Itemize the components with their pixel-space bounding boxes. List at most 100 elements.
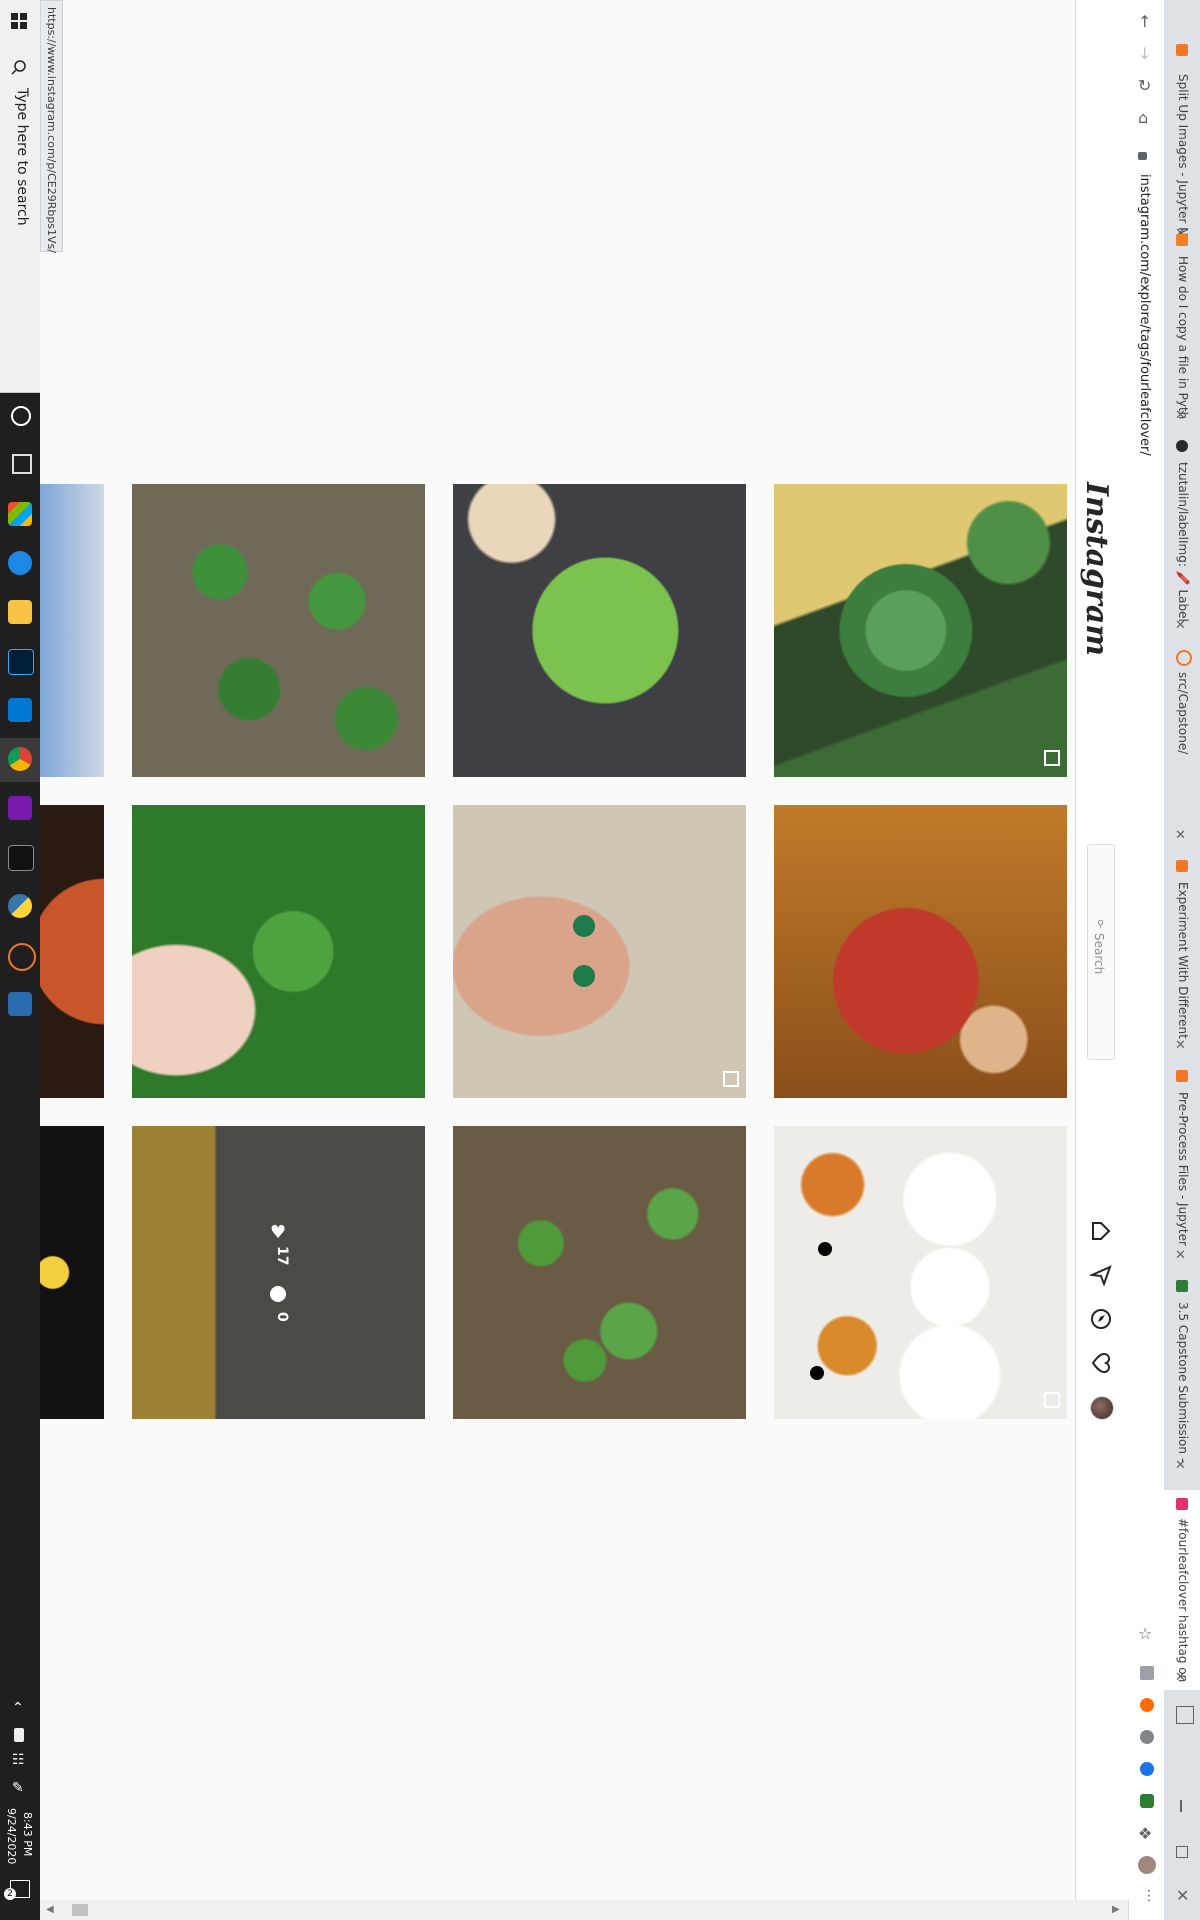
taskbar-search-placeholder: Type here to search: [14, 88, 30, 226]
close-tab-icon[interactable]: ✕: [1175, 1670, 1186, 1685]
tab-3[interactable]: src/Capstone/ ✕: [1163, 650, 1200, 850]
tab-7-active[interactable]: #fourleafclover hashtag on ✕: [1163, 1490, 1200, 1690]
post-thumbnail-partial[interactable]: [40, 1126, 104, 1419]
lock-icon: [1138, 152, 1147, 160]
post-thumbnail[interactable]: [132, 805, 425, 1098]
close-tab-icon[interactable]: ✕: [1175, 618, 1186, 633]
new-tab-icon[interactable]: [1176, 1706, 1194, 1724]
search-icon: [10, 58, 28, 76]
tab-6[interactable]: 3.5 Capstone Submission - ✕: [1163, 1280, 1200, 1480]
comment-count: 0: [274, 1312, 290, 1322]
vscode-icon[interactable]: [8, 698, 32, 722]
clock-date[interactable]: 9/24/2020: [5, 1808, 18, 1864]
minimize-icon[interactable]: [1180, 1800, 1182, 1812]
back-icon[interactable]: ↑: [1138, 12, 1151, 31]
instagram-logo[interactable]: Instagram: [1079, 482, 1114, 656]
battery-icon: [14, 1728, 24, 1742]
video-icon: [1044, 1392, 1060, 1408]
tab-2[interactable]: tzutalin/labelImg: 🖍️ Label ✕: [1163, 440, 1200, 640]
home-icon[interactable]: [1090, 1220, 1112, 1242]
edge-icon[interactable]: [8, 551, 32, 575]
post-thumbnail[interactable]: [774, 484, 1067, 777]
post-thumbnail-partial[interactable]: [40, 805, 104, 1098]
python-icon[interactable]: [8, 894, 32, 918]
tab-label: Pre-Process Files - Jupyter: [1176, 1092, 1190, 1246]
extension-orange-icon[interactable]: [1140, 1698, 1154, 1712]
scroll-right-arrow-icon[interactable]: ▶: [1112, 1904, 1120, 1915]
explore-icon[interactable]: [1090, 1308, 1112, 1330]
restore-icon[interactable]: [1176, 1846, 1188, 1858]
tab-label: Experiment With Different: [1176, 882, 1190, 1039]
show-hidden-icons-icon[interactable]: ⌃: [12, 1700, 24, 1716]
chrome-icon[interactable]: [8, 747, 32, 771]
close-tab-icon[interactable]: ✕: [1175, 1458, 1186, 1473]
tab-label: How do I copy a file in Pyth: [1176, 256, 1190, 420]
close-window-icon[interactable]: ✕: [1176, 1886, 1189, 1905]
jupyter-icon[interactable]: [8, 943, 36, 971]
terminal-icon[interactable]: [8, 845, 34, 871]
instagram-search-input[interactable]: ⚲ Search: [1087, 844, 1115, 1060]
network-icon[interactable]: ☷: [12, 1752, 25, 1768]
microsoft-store-icon[interactable]: [8, 502, 32, 526]
post-thumbnail[interactable]: [774, 1126, 1067, 1419]
notification-badge: 2: [4, 1888, 16, 1900]
more-menu-icon[interactable]: ⋮: [1142, 1888, 1156, 1904]
tab-5[interactable]: Pre-Process Files - Jupyter ✕: [1163, 1070, 1200, 1270]
multi-photo-icon: [1044, 750, 1060, 766]
status-url-bar: https://www.instagram.com/p/CE29Rbps1Vs/: [40, 0, 63, 253]
activity-heart-icon[interactable]: [1090, 1352, 1112, 1374]
post-thumbnail-hovered[interactable]: ♥ 17 0: [132, 1126, 425, 1419]
task-view-icon[interactable]: [12, 454, 32, 474]
scroll-left-arrow-icon[interactable]: ◀: [46, 1904, 54, 1915]
tab-1[interactable]: How do I copy a file in Pyth ✕: [1163, 230, 1200, 430]
post-thumbnail[interactable]: [453, 484, 746, 777]
pen-icon[interactable]: ✎: [12, 1780, 24, 1796]
windows-start-icon[interactable]: [10, 12, 28, 30]
jupyter-favicon-icon: [1176, 1070, 1188, 1082]
search-icon: ⚲: [1097, 919, 1105, 930]
bookmark-star-icon[interactable]: ☆: [1138, 1624, 1152, 1643]
status-url-text: https://www.instagram.com/p/CE29Rbps1Vs/: [45, 7, 58, 253]
extensions-puzzle-icon[interactable]: ❖: [1138, 1824, 1152, 1843]
address-bar[interactable]: instagram.com/explore/tags/fourleafclove…: [1130, 140, 1160, 1620]
forward-icon[interactable]: ↓: [1138, 44, 1151, 63]
post-thumbnail[interactable]: [132, 484, 425, 777]
profile-avatar[interactable]: [1090, 1396, 1114, 1420]
extension-green-icon[interactable]: [1140, 1794, 1154, 1808]
tab-0[interactable]: Split Up Images - Jupyter N ✕: [1163, 30, 1200, 241]
onenote-icon[interactable]: [8, 796, 32, 820]
dot: [818, 1242, 832, 1256]
direct-icon[interactable]: [1088, 1264, 1112, 1287]
clover-earring: [573, 965, 595, 987]
close-tab-icon[interactable]: ✕: [1175, 828, 1186, 843]
extension-grey-icon[interactable]: [1140, 1730, 1154, 1744]
photoshop-icon[interactable]: [8, 649, 34, 675]
stackoverflow-favicon-icon: [1176, 234, 1188, 246]
cortana-icon[interactable]: [11, 406, 31, 426]
reload-icon[interactable]: ↻: [1138, 76, 1151, 95]
clock-time[interactable]: 8:43 PM: [21, 1812, 34, 1856]
tab-label: #fourleafclover hashtag on: [1176, 1518, 1190, 1683]
tab-label: 3.5 Capstone Submission -: [1176, 1302, 1190, 1463]
close-tab-icon[interactable]: ✕: [1175, 408, 1186, 423]
extension-g-icon[interactable]: [1140, 1666, 1154, 1680]
like-count-icon: ♥: [270, 1222, 287, 1243]
post-thumbnail[interactable]: [453, 805, 746, 1098]
home-icon[interactable]: ⌂: [1138, 108, 1148, 127]
taskbar-search-box[interactable]: Type here to search: [0, 0, 40, 393]
comment-count-icon: [270, 1286, 286, 1302]
extension-blue-icon[interactable]: [1140, 1762, 1154, 1776]
close-tab-icon[interactable]: ✕: [1175, 1248, 1186, 1263]
close-tab-icon[interactable]: ✕: [1175, 1038, 1186, 1053]
horizontal-scrollbar[interactable]: ◀ ▶: [40, 1900, 1128, 1920]
scroll-thumb[interactable]: [72, 1904, 88, 1916]
post-thumbnail-partial[interactable]: [40, 484, 104, 777]
like-count: 17: [274, 1246, 290, 1266]
post-thumbnail[interactable]: [774, 805, 1067, 1098]
document-favicon-icon: [1176, 1280, 1188, 1292]
calculator-icon[interactable]: [8, 992, 32, 1016]
file-explorer-icon[interactable]: [8, 600, 32, 624]
tab-4[interactable]: Experiment With Different ✕: [1163, 860, 1200, 1060]
profile-z-icon[interactable]: [1138, 1856, 1156, 1874]
post-thumbnail[interactable]: [453, 1126, 746, 1419]
